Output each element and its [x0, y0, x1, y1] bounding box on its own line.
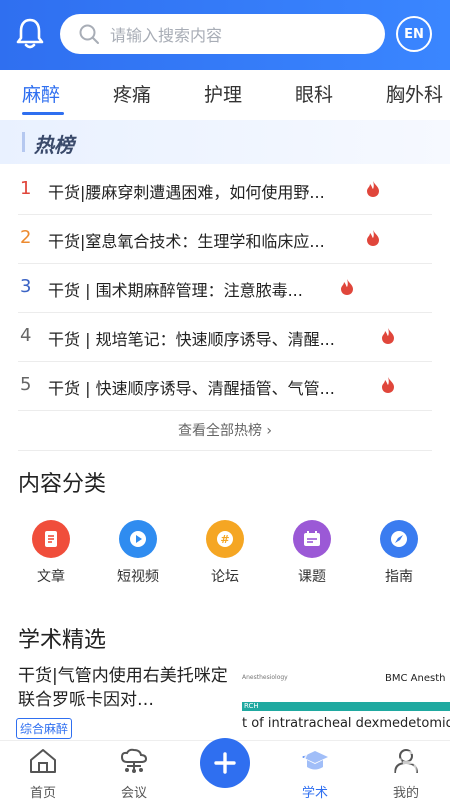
hot-rank: 3 — [20, 276, 32, 297]
guide-icon — [380, 520, 418, 558]
chevron-right-icon: › — [266, 423, 273, 439]
hot-item-title: 干货|腰麻穿刺遭遇困难，如何使用野... — [48, 183, 325, 202]
search-input[interactable]: 请输入搜索内容 — [60, 14, 385, 54]
flame-icon — [382, 377, 394, 393]
watermark-logo: 七叶子 7YZ.COM — [303, 743, 434, 791]
hot-item-title: 干货 | 规培笔记：快速顺序诱导、清醒... — [48, 330, 335, 349]
thumb-bar: RCH — [242, 702, 450, 711]
category-article[interactable]: 文章 — [21, 520, 81, 586]
category-forum[interactable]: # 论坛 — [195, 520, 255, 586]
hot-list-title: 热榜 — [34, 133, 74, 157]
language-toggle-button[interactable]: EN — [396, 16, 432, 52]
hot-rank: 1 — [20, 178, 32, 199]
category-topic[interactable]: 课题 — [282, 520, 342, 586]
flame-icon — [382, 328, 394, 344]
category-label: 课题 — [298, 569, 326, 585]
hot-item-title: 干货 | 围术期麻醉管理：注意脓毒... — [48, 281, 303, 300]
thumb-body: t of intratracheal dexmedetomidine — [242, 716, 450, 731]
thumb-journal: BMC Anesth — [385, 673, 446, 684]
see-all-label: 查看全部热榜 — [177, 423, 262, 439]
top-header: 请输入搜索内容 EN — [0, 0, 450, 70]
tab-ophthalmology[interactable]: 眼科 — [295, 80, 333, 107]
forum-icon: # — [206, 520, 244, 558]
home-icon — [30, 749, 56, 773]
tab-anesthesia[interactable]: 麻醉 — [22, 80, 60, 107]
section-divider — [18, 450, 432, 451]
hot-item-title: 干货 | 快速顺序诱导、清醒插管、气管... — [48, 379, 335, 398]
hot-rank: 4 — [20, 325, 32, 346]
hot-rank: 5 — [20, 374, 32, 395]
active-tab-indicator — [22, 112, 64, 115]
hot-list-item[interactable]: 3 干货 | 围术期麻醉管理：注意脓毒... — [0, 264, 450, 313]
category-label: 短视频 — [117, 569, 159, 585]
bell-icon[interactable] — [14, 16, 46, 50]
flame-icon — [341, 279, 353, 295]
category-tabs: 麻醉 疼痛 护理 眼科 胸外科 — [0, 70, 450, 120]
flame-icon — [367, 181, 379, 197]
hot-list-item[interactable]: 4 干货 | 规培笔记：快速顺序诱导、清醒... — [0, 313, 450, 362]
topic-icon — [293, 520, 331, 558]
svg-text:#: # — [220, 533, 229, 546]
svg-text:七叶子: 七叶子 — [350, 749, 428, 779]
tab-nursing[interactable]: 护理 — [204, 80, 242, 107]
hot-list-item[interactable]: 1 干货|腰麻穿刺遭遇困难，如何使用野... — [0, 166, 450, 215]
hot-list-item[interactable]: 5 干货 | 快速顺序诱导、清醒插管、气管... — [0, 362, 450, 411]
nav-label: 会议 — [120, 786, 147, 801]
category-label: 论坛 — [211, 569, 239, 585]
search-icon — [79, 24, 99, 44]
nav-meeting[interactable]: 会议 — [104, 748, 164, 801]
article-icon — [32, 520, 70, 558]
thumb-meta: Anesthesiology — [242, 674, 288, 681]
category-label: 文章 — [37, 569, 65, 585]
academic-article-title[interactable]: 干货|气管内使用右美托咪定联合罗哌卡因对… — [18, 664, 228, 712]
nav-label: 首页 — [29, 786, 56, 801]
hot-list-item[interactable]: 2 干货|窒息氧合技术：生理学和临床应... — [0, 215, 450, 264]
plus-icon — [214, 752, 236, 774]
hot-item-title: 干货|窒息氧合技术：生理学和临床应... — [48, 232, 325, 251]
tab-pain[interactable]: 疼痛 — [113, 80, 151, 107]
create-post-button[interactable] — [200, 738, 250, 788]
see-all-hot-link[interactable]: 查看全部热榜 › — [0, 420, 450, 440]
meeting-icon — [120, 748, 148, 773]
article-tag: 综合麻醉 — [16, 718, 73, 739]
flame-icon — [367, 230, 379, 246]
nav-home[interactable]: 首页 — [13, 748, 73, 801]
category-guide[interactable]: 指南 — [369, 520, 429, 586]
academic-title: 学术精选 — [18, 628, 107, 653]
search-placeholder: 请输入搜索内容 — [110, 26, 223, 45]
categories-title: 内容分类 — [18, 472, 107, 497]
tab-thoracic-surgery[interactable]: 胸外科 — [386, 80, 443, 107]
video-icon — [119, 520, 157, 558]
svg-text:7YZ.COM: 7YZ.COM — [388, 780, 434, 791]
hot-rank: 2 — [20, 227, 32, 248]
category-video[interactable]: 短视频 — [108, 520, 168, 586]
hot-list-accent-bar — [22, 132, 25, 152]
category-label: 指南 — [385, 569, 413, 585]
